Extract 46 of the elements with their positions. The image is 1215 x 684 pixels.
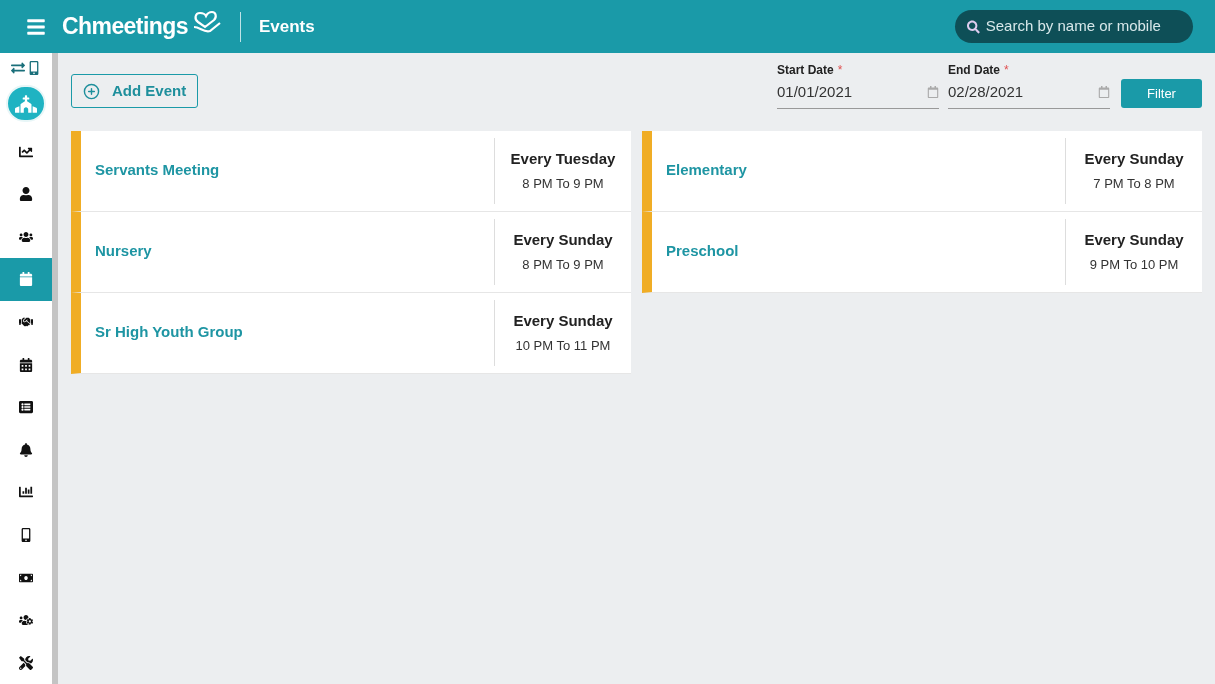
event-card[interactable]: Servants Meeting Every Tuesday 8 PM To 9 PM: [71, 130, 631, 212]
event-name[interactable]: Elementary: [666, 159, 747, 182]
event-card[interactable]: Preschool Every Sunday 9 PM To 10 PM: [642, 211, 1202, 293]
bell-icon: [19, 442, 33, 457]
event-recurrence: Every Sunday: [1084, 148, 1184, 169]
event-recurrence: Every Sunday: [513, 310, 613, 331]
church-avatar[interactable]: [6, 85, 46, 123]
event-card[interactable]: Elementary Every Sunday 7 PM To 8 PM: [642, 130, 1202, 212]
event-time: 7 PM To 8 PM: [1093, 175, 1175, 193]
required-mark: *: [837, 62, 843, 79]
switch-device-icon[interactable]: [11, 61, 41, 75]
plus-circle-icon: [83, 82, 100, 100]
people-gear-icon: [19, 613, 33, 628]
field-label: End Date: [948, 62, 1000, 79]
calendar-icon: [19, 272, 33, 287]
menu-icon[interactable]: [26, 16, 46, 37]
event-name[interactable]: Sr High Youth Group: [95, 321, 243, 344]
brand-logo: Chmeetings: [62, 12, 188, 42]
person-icon: [19, 187, 33, 202]
calendar-grid-icon: [19, 357, 33, 372]
event-name[interactable]: Preschool: [666, 240, 739, 263]
tools-icon: [19, 655, 33, 670]
people-icon: [19, 229, 33, 244]
event-time: 8 PM To 9 PM: [522, 175, 604, 193]
page-title: Events: [258, 15, 315, 38]
search-icon: [967, 19, 980, 34]
event-recurrence: Every Sunday: [513, 229, 613, 250]
event-card[interactable]: Nursery Every Sunday 8 PM To 9 PM: [71, 211, 631, 293]
event-time: 9 PM To 10 PM: [1089, 256, 1179, 274]
search-field[interactable]: Search by name or mobile: [955, 10, 1193, 43]
list-icon: [19, 400, 33, 415]
required-mark: *: [1004, 62, 1009, 79]
event-time: 10 PM To 11 PM: [515, 337, 611, 355]
chart-line-icon: [19, 144, 33, 159]
event-card[interactable]: Sr High Youth Group Every Sunday 10 PM To 11 PM: [71, 292, 631, 374]
bar-chart-icon: [19, 485, 33, 500]
event-name[interactable]: Nursery: [95, 240, 152, 263]
field-label: Start Date: [777, 62, 834, 79]
event-recurrence: Every Sunday: [1084, 229, 1184, 250]
date-field[interactable]: 02/28/2021: [948, 79, 1110, 109]
phone-icon: [19, 527, 33, 542]
event-name[interactable]: Servants Meeting: [95, 159, 220, 182]
date-field[interactable]: 01/01/2021: [777, 79, 939, 109]
event-time: 8 PM To 9 PM: [522, 256, 604, 274]
event-recurrence: Every Tuesday: [510, 148, 616, 169]
search-input[interactable]: Search by name or mobile: [985, 15, 1181, 38]
